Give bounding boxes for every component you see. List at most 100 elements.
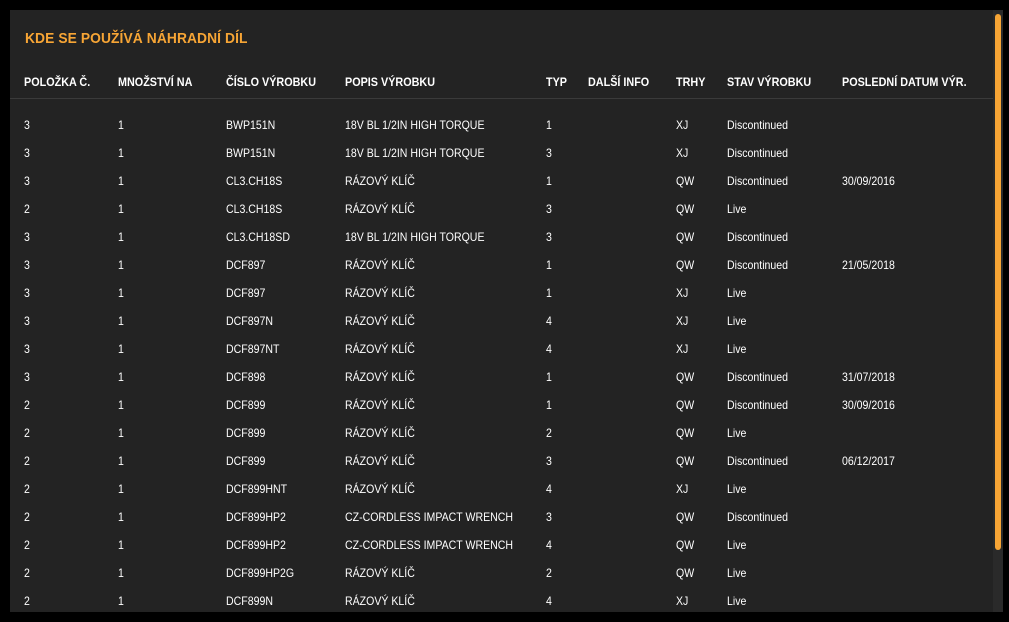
cell-quantity: 1 bbox=[118, 342, 124, 356]
table-row: 2 1 DCF899 RÁZOVÝ KLÍČ 2 QW Live bbox=[10, 419, 993, 447]
where-used-dialog: KDE SE POUŽÍVÁ NÁHRADNÍ DÍL POLOŽKA Č. M… bbox=[10, 10, 1003, 612]
cell-markets: XJ bbox=[676, 118, 689, 132]
cell-type: 1 bbox=[546, 258, 552, 272]
cell-quantity: 1 bbox=[118, 370, 124, 384]
cell-item-number: 2 bbox=[24, 454, 30, 468]
cell-quantity: 1 bbox=[118, 202, 124, 216]
cell-product-description: RÁZOVÝ KLÍČ bbox=[345, 566, 415, 580]
cell-product-description: RÁZOVÝ KLÍČ bbox=[345, 286, 415, 300]
cell-markets: QW bbox=[676, 398, 695, 412]
table-row: 2 1 DCF899 RÁZOVÝ KLÍČ 1 QW Discontinued 30/09/… bbox=[10, 391, 993, 419]
cell-type: 1 bbox=[546, 174, 552, 188]
cell-markets: QW bbox=[676, 230, 695, 244]
cell-product-status: Discontinued bbox=[727, 398, 789, 412]
cell-product-description: CZ-CORDLESS IMPACT WRENCH bbox=[345, 538, 513, 552]
cell-markets: XJ bbox=[676, 482, 689, 496]
cell-markets: QW bbox=[676, 454, 695, 468]
cell-product-description: RÁZOVÝ KLÍČ bbox=[345, 594, 415, 608]
cell-product-description: RÁZOVÝ KLÍČ bbox=[345, 370, 415, 384]
cell-type: 3 bbox=[546, 230, 552, 244]
column-header-type: TYP bbox=[546, 75, 568, 89]
cell-type: 2 bbox=[546, 566, 552, 580]
cell-product-description: 18V BL 1/2IN HIGH TORQUE bbox=[345, 230, 485, 244]
cell-product-number: DCF899N bbox=[226, 594, 273, 608]
cell-product-status: Live bbox=[727, 202, 747, 216]
column-header-product-description: POPIS VÝROBKU bbox=[345, 75, 436, 89]
cell-product-description: CZ-CORDLESS IMPACT WRENCH bbox=[345, 510, 513, 524]
cell-product-number: DCF898 bbox=[226, 370, 266, 384]
table-header: POLOŽKA Č. MNOŽSTVÍ NA ČÍSLO VÝROBKU POP… bbox=[10, 68, 993, 99]
cell-quantity: 1 bbox=[118, 510, 124, 524]
cell-quantity: 1 bbox=[118, 314, 124, 328]
cell-markets: QW bbox=[676, 258, 695, 272]
table-row: 2 1 DCF899N RÁZOVÝ KLÍČ 4 XJ Live bbox=[10, 587, 993, 612]
cell-product-status: Live bbox=[727, 286, 747, 300]
cell-product-description: RÁZOVÝ KLÍČ bbox=[345, 454, 415, 468]
table-row: 3 1 BWP151N 18V BL 1/2IN HIGH TORQUE 3 XJ Disc… bbox=[10, 139, 993, 167]
cell-product-status: Discontinued bbox=[727, 146, 789, 160]
cell-product-status: Live bbox=[727, 594, 747, 608]
cell-quantity: 1 bbox=[118, 258, 124, 272]
cell-type: 4 bbox=[546, 594, 552, 608]
table-row: 3 1 DCF898 RÁZOVÝ KLÍČ 1 QW Discontinued 31/07/… bbox=[10, 363, 993, 391]
cell-item-number: 3 bbox=[24, 342, 30, 356]
cell-item-number: 3 bbox=[24, 370, 30, 384]
table-row: 2 1 DCF899 RÁZOVÝ KLÍČ 3 QW Discontinued 06/12/… bbox=[10, 447, 993, 475]
table-row: 2 1 DCF899HP2 CZ-CORDLESS IMPACT WRENCH 4 QW L… bbox=[10, 531, 993, 559]
cell-last-production-date: 30/09/2016 bbox=[842, 174, 895, 188]
cell-product-description: RÁZOVÝ KLÍČ bbox=[345, 342, 415, 356]
cell-product-number: DCF897 bbox=[226, 258, 266, 272]
cell-item-number: 3 bbox=[24, 118, 30, 132]
cell-product-status: Live bbox=[727, 538, 747, 552]
cell-product-number: DCF899 bbox=[226, 454, 266, 468]
cell-product-number: CL3.CH18S bbox=[226, 174, 283, 188]
cell-product-status: Live bbox=[727, 314, 747, 328]
cell-item-number: 3 bbox=[24, 314, 30, 328]
cell-product-number: CL3.CH18SD bbox=[226, 230, 290, 244]
cell-product-status: Live bbox=[727, 566, 747, 580]
cell-quantity: 1 bbox=[118, 566, 124, 580]
cell-type: 1 bbox=[546, 118, 552, 132]
where-used-table: POLOŽKA Č. MNOŽSTVÍ NA ČÍSLO VÝROBKU POP… bbox=[10, 68, 993, 608]
cell-type: 4 bbox=[546, 342, 552, 356]
cell-item-number: 3 bbox=[24, 258, 30, 272]
cell-product-description: RÁZOVÝ KLÍČ bbox=[345, 426, 415, 440]
cell-markets: QW bbox=[676, 538, 695, 552]
cell-markets: QW bbox=[676, 174, 695, 188]
table-row: 2 1 DCF899HNT RÁZOVÝ KLÍČ 4 XJ Live bbox=[10, 475, 993, 503]
cell-product-number: DCF899HNT bbox=[226, 482, 288, 496]
cell-quantity: 1 bbox=[118, 454, 124, 468]
cell-last-production-date: 06/12/2017 bbox=[842, 454, 895, 468]
cell-quantity: 1 bbox=[118, 594, 124, 608]
cell-last-production-date: 21/05/2018 bbox=[842, 258, 895, 272]
cell-product-description: RÁZOVÝ KLÍČ bbox=[345, 258, 415, 272]
column-header-more-info: DALŠÍ INFO bbox=[588, 75, 650, 89]
cell-product-number: CL3.CH18S bbox=[226, 202, 283, 216]
cell-type: 4 bbox=[546, 314, 552, 328]
cell-type: 1 bbox=[546, 398, 552, 412]
cell-item-number: 3 bbox=[24, 146, 30, 160]
cell-item-number: 2 bbox=[24, 510, 30, 524]
cell-product-number: DCF899HP2 bbox=[226, 510, 286, 524]
cell-product-number: DCF899HP2G bbox=[226, 566, 295, 580]
cell-markets: XJ bbox=[676, 314, 689, 328]
cell-product-status: Discontinued bbox=[727, 510, 789, 524]
cell-item-number: 2 bbox=[24, 398, 30, 412]
cell-type: 4 bbox=[546, 538, 552, 552]
cell-product-status: Discontinued bbox=[727, 174, 789, 188]
table-row: 3 1 DCF897N RÁZOVÝ KLÍČ 4 XJ Live bbox=[10, 307, 993, 335]
cell-product-status: Live bbox=[727, 426, 747, 440]
column-header-last-production-date: POSLEDNÍ DATUM VÝR. bbox=[842, 75, 967, 89]
cell-markets: XJ bbox=[676, 146, 689, 160]
table-row: 3 1 CL3.CH18SD 18V BL 1/2IN HIGH TORQUE 3 QW D… bbox=[10, 223, 993, 251]
column-header-quantity: MNOŽSTVÍ NA bbox=[118, 75, 193, 89]
cell-item-number: 2 bbox=[24, 426, 30, 440]
column-header-item-number: POLOŽKA Č. bbox=[24, 75, 91, 89]
table-row: 2 1 DCF899HP2 CZ-CORDLESS IMPACT WRENCH 3 QW D… bbox=[10, 503, 993, 531]
cell-product-description: RÁZOVÝ KLÍČ bbox=[345, 314, 415, 328]
cell-product-description: RÁZOVÝ KLÍČ bbox=[345, 202, 415, 216]
scrollbar-track[interactable] bbox=[993, 10, 1003, 612]
scrollbar-thumb[interactable] bbox=[995, 14, 1001, 550]
cell-type: 3 bbox=[546, 510, 552, 524]
cell-product-number: DCF897NT bbox=[226, 342, 280, 356]
